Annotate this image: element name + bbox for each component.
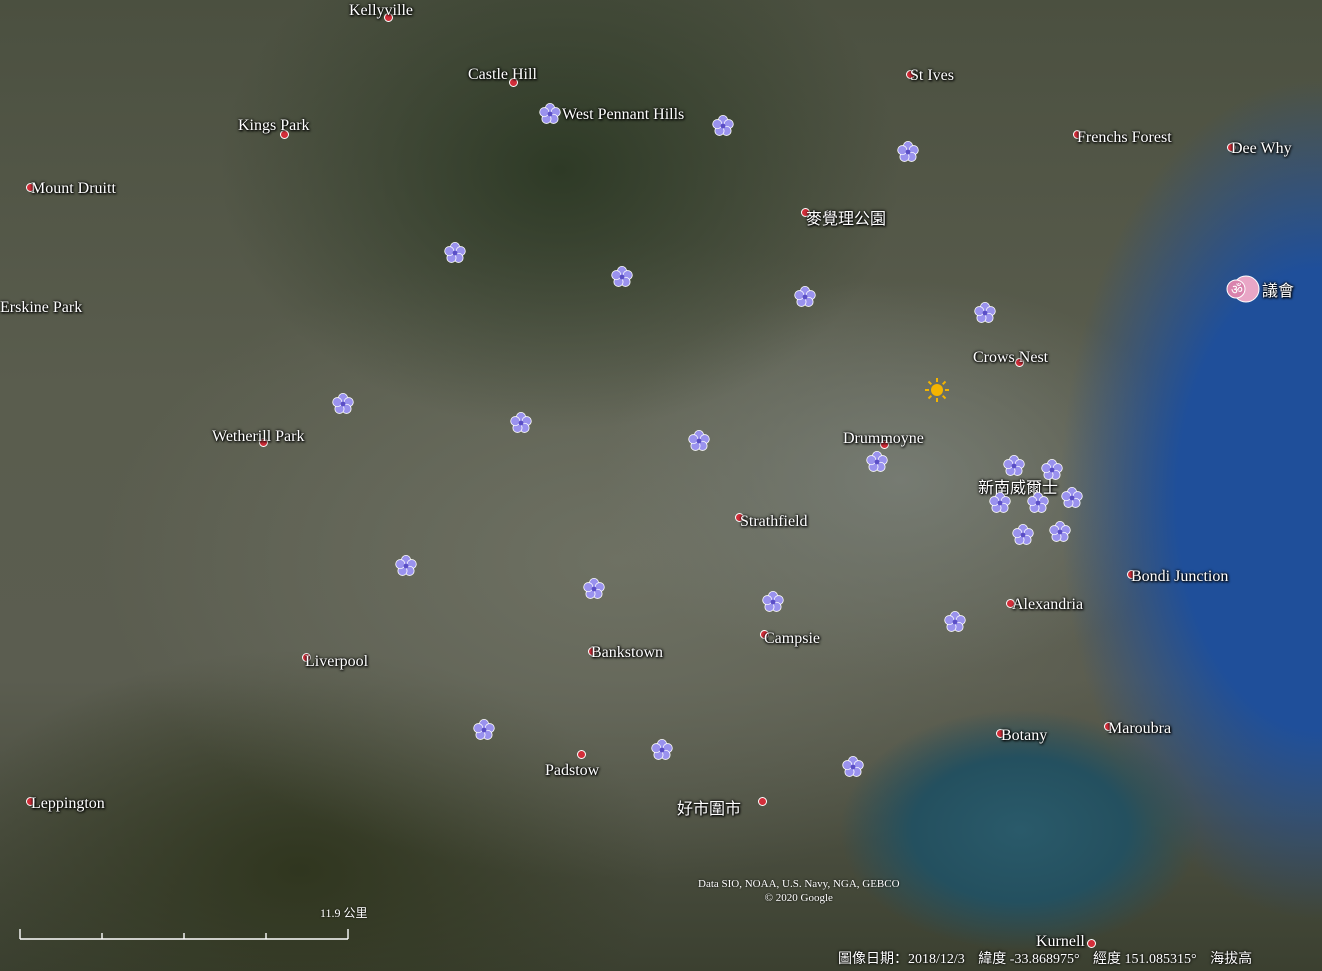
place-label: Padstow	[545, 762, 600, 779]
longitude-readout: 經度 151.085315°	[1093, 952, 1197, 967]
place-label: Dee Why	[1231, 140, 1292, 157]
map-attribution: Data SIO, NOAA, U.S. Navy, NGA, GEBCO © …	[698, 877, 900, 905]
flower-icon[interactable]	[581, 576, 607, 602]
place-label: Drummoyne	[843, 430, 924, 447]
sun-icon[interactable]	[924, 377, 950, 403]
place-dot	[1087, 939, 1096, 948]
place-label: Leppington	[31, 795, 105, 812]
flower-icon[interactable]	[609, 264, 635, 290]
elevation-readout: 海拔高	[1210, 952, 1253, 967]
attribution-line2: © 2020 Google	[764, 892, 833, 904]
place-label: St Ives	[910, 67, 954, 84]
flower-icon[interactable]	[864, 449, 890, 475]
scale-bar	[19, 929, 349, 940]
place-label: Strathfield	[740, 513, 808, 530]
flower-icon[interactable]	[972, 300, 998, 326]
place-label: Kellyville	[349, 2, 413, 19]
place-label: Bondi Junction	[1131, 568, 1229, 585]
flower-icon[interactable]	[760, 589, 786, 615]
flower-icon[interactable]	[442, 240, 468, 266]
satellite-map[interactable]: Kellyville Castle Hill St Ives West Penn…	[0, 0, 1322, 971]
image-date: 圖像日期：2018/12/3	[838, 952, 965, 967]
place-label: Bankstown	[591, 644, 663, 661]
attribution-line1: Data SIO, NOAA, U.S. Navy, NGA, GEBCO	[698, 878, 900, 890]
place-label: Botany	[1001, 727, 1048, 744]
flower-icon[interactable]	[1010, 522, 1036, 548]
place-label: Erskine Park	[0, 299, 83, 316]
place-label: Mount Druitt	[31, 180, 116, 197]
place-label: Campsie	[764, 630, 820, 647]
svg-text:ॐ: ॐ	[1231, 283, 1243, 298]
place-label: 議會	[1262, 283, 1295, 300]
flower-icon[interactable]	[393, 553, 419, 579]
latitude-readout: 緯度 -33.868975°	[978, 952, 1080, 967]
flower-icon[interactable]	[508, 410, 534, 436]
place-label: Maroubra	[1108, 720, 1172, 737]
flower-icon[interactable]	[1001, 453, 1027, 479]
flower-icon[interactable]	[1059, 485, 1085, 511]
scale-label: 11.9 公里	[320, 906, 368, 920]
place-label: Wetherill Park	[212, 428, 305, 445]
place-label: 麥覺理公園	[806, 211, 887, 228]
om-poi-icon[interactable]: ॐ	[1224, 274, 1264, 304]
place-dot	[758, 797, 767, 806]
place-label: 好市圍市	[677, 801, 742, 818]
place-label: Crows Nest	[973, 349, 1049, 366]
flower-icon[interactable]	[330, 391, 356, 417]
flower-icon[interactable]	[942, 609, 968, 635]
place-label: Alexandria	[1012, 596, 1084, 613]
flower-icon[interactable]	[987, 490, 1013, 516]
place-label: Liverpool	[305, 653, 369, 670]
flower-icon[interactable]	[840, 754, 866, 780]
flower-icon[interactable]	[895, 139, 921, 165]
place-label: Frenchs Forest	[1077, 129, 1172, 146]
flower-icon[interactable]	[649, 737, 675, 763]
place-label: Castle Hill	[468, 66, 537, 83]
flower-icon[interactable]	[1047, 519, 1073, 545]
flower-icon[interactable]	[792, 284, 818, 310]
place-dot	[577, 750, 586, 759]
flower-icon[interactable]	[1039, 457, 1065, 483]
flower-icon[interactable]	[471, 717, 497, 743]
flower-icon[interactable]	[1025, 490, 1051, 516]
place-label: Kings Park	[238, 117, 310, 134]
flower-icon[interactable]	[686, 428, 712, 454]
status-bar: 圖像日期：2018/12/3 緯度 -33.868975° 經度 151.085…	[838, 948, 1262, 968]
flower-icon[interactable]	[710, 113, 736, 139]
place-label: West Pennant Hills	[562, 106, 685, 123]
flower-icon[interactable]	[537, 101, 563, 127]
